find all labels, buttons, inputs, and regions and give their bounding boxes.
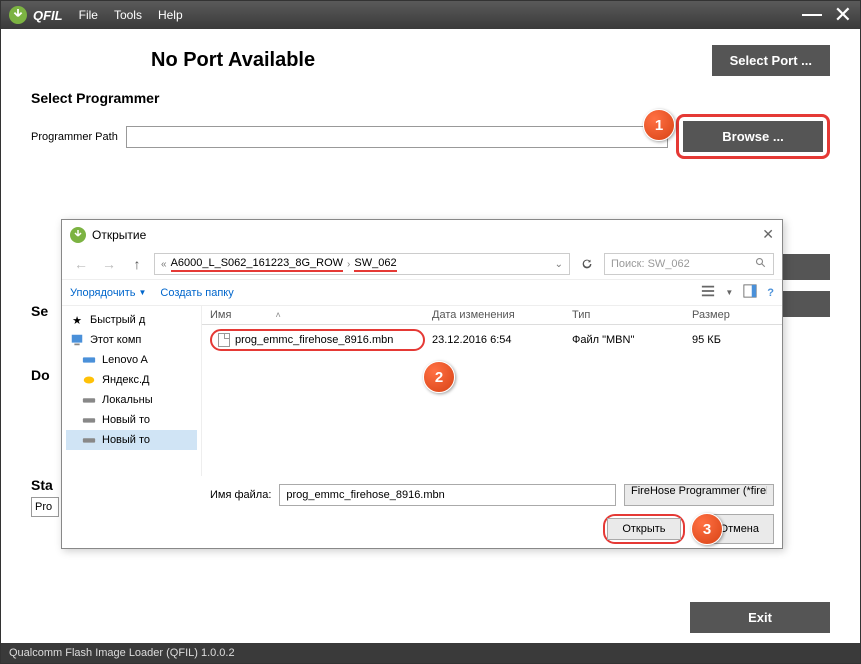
view-list-icon[interactable]	[701, 284, 715, 301]
sidebar-item-pc[interactable]: Этот комп	[66, 330, 197, 350]
file-icon	[218, 333, 230, 347]
select-port-button[interactable]: Select Port ...	[712, 45, 830, 76]
open-highlight: Открыть	[603, 514, 684, 544]
nav-forward-icon[interactable]: →	[98, 253, 120, 275]
search-icon	[755, 257, 767, 272]
filename-label: Имя файла:	[210, 489, 271, 501]
file-list: Имя ˄ Дата изменения Тип Размер prog_emm…	[202, 306, 782, 476]
sort-asc-icon: ˄	[275, 310, 280, 320]
dialog-title: Открытие	[92, 228, 146, 242]
help-icon[interactable]: ?	[767, 287, 774, 299]
sidebar: ★ Быстрый д Этот комп Lenovo A Яндекс.Д	[62, 306, 202, 476]
sidebar-item-new2[interactable]: Новый то	[66, 430, 197, 450]
nav-up-icon[interactable]: ↑	[126, 253, 148, 275]
status-prefix-input[interactable]	[31, 497, 59, 517]
search-input[interactable]: Поиск: SW_062	[604, 253, 774, 275]
disk-icon	[82, 353, 96, 367]
filename-input[interactable]	[279, 484, 616, 506]
status-label: Sta	[31, 477, 53, 493]
file-size: 95 КБ	[692, 334, 762, 346]
menu-file[interactable]: File	[79, 8, 98, 22]
browse-button[interactable]: Browse ...	[683, 121, 823, 152]
file-row[interactable]: prog_emmc_firehose_8916.mbn 23.12.2016 6…	[202, 325, 782, 355]
search-placeholder: Поиск: SW_062	[611, 258, 690, 270]
open-button[interactable]: Открыть	[607, 518, 680, 540]
close-icon[interactable]: ✕	[834, 4, 852, 26]
breadcrumb-1[interactable]: A6000_L_S062_161223_8G_ROW	[171, 257, 343, 272]
sidebar-item-yandex[interactable]: Яндекс.Д	[66, 370, 197, 390]
breadcrumb-overflow-icon[interactable]: «	[161, 259, 167, 270]
file-date: 23.12.2016 6:54	[432, 334, 572, 346]
star-icon: ★	[70, 313, 84, 327]
menu-tools[interactable]: Tools	[114, 8, 142, 22]
select-programmer-label: Select Programmer	[31, 90, 830, 106]
hdd-icon	[82, 433, 96, 447]
dialog-close-icon[interactable]: ✕	[762, 226, 774, 243]
address-bar[interactable]: « A6000_L_S062_161223_8G_ROW › SW_062 ⌄	[154, 253, 570, 275]
col-name[interactable]: Имя ˄	[202, 309, 432, 321]
programmer-path-input[interactable]	[126, 126, 668, 148]
menu-help[interactable]: Help	[158, 8, 183, 22]
app-title: QFIL	[33, 8, 63, 23]
new-folder-button[interactable]: Создать папку	[160, 287, 233, 299]
programmer-path-label: Programmer Path	[31, 131, 118, 143]
filter-dropdown[interactable]: FireHose Programmer (*firehos	[624, 484, 774, 506]
titlebar: QFIL File Tools Help ✕	[1, 1, 860, 29]
sidebar-item-local[interactable]: Локальны	[66, 390, 197, 410]
no-port-label: No Port Available	[151, 49, 315, 72]
view-dropdown-icon[interactable]: ▼	[725, 288, 733, 297]
callout-1: 1	[643, 109, 675, 141]
callout-2: 2	[423, 361, 455, 393]
minimize-icon[interactable]	[802, 14, 822, 16]
hdd-icon	[82, 413, 96, 427]
download-label: Do	[31, 367, 50, 383]
col-type[interactable]: Тип	[572, 309, 692, 321]
sidebar-item-new1[interactable]: Новый то	[66, 410, 197, 430]
statusbar: Qualcomm Flash Image Loader (QFIL) 1.0.0…	[1, 643, 860, 663]
sidebar-item-lenovo[interactable]: Lenovo A	[66, 350, 197, 370]
refresh-icon[interactable]	[576, 253, 598, 275]
select-build-label: Se	[31, 303, 48, 319]
cloud-icon	[82, 373, 96, 387]
callout-3: 3	[691, 513, 723, 545]
organize-button[interactable]: Упорядочить▼	[70, 287, 146, 299]
pc-icon	[70, 333, 84, 347]
nav-back-icon[interactable]: ←	[70, 253, 92, 275]
file-type: Файл "MBN"	[572, 334, 692, 346]
col-date[interactable]: Дата изменения	[432, 309, 572, 321]
preview-pane-icon[interactable]	[743, 284, 757, 301]
exit-button[interactable]: Exit	[690, 602, 830, 633]
col-size[interactable]: Размер	[692, 309, 762, 321]
file-open-dialog: Открытие ✕ ← → ↑ « A6000_L_S062_161223_8…	[61, 219, 783, 549]
file-name: prog_emmc_firehose_8916.mbn	[235, 334, 393, 346]
hdd-icon	[82, 393, 96, 407]
breadcrumb-2[interactable]: SW_062	[354, 257, 396, 272]
file-highlight: prog_emmc_firehose_8916.mbn	[210, 329, 425, 351]
dialog-logo-icon	[70, 227, 86, 243]
browse-highlight: Browse ...	[676, 114, 830, 159]
sidebar-item-quick[interactable]: ★ Быстрый д	[66, 310, 197, 330]
app-logo-icon	[9, 6, 27, 24]
chevron-right-icon: ›	[347, 259, 350, 270]
chevron-down-icon[interactable]: ⌄	[555, 259, 563, 270]
